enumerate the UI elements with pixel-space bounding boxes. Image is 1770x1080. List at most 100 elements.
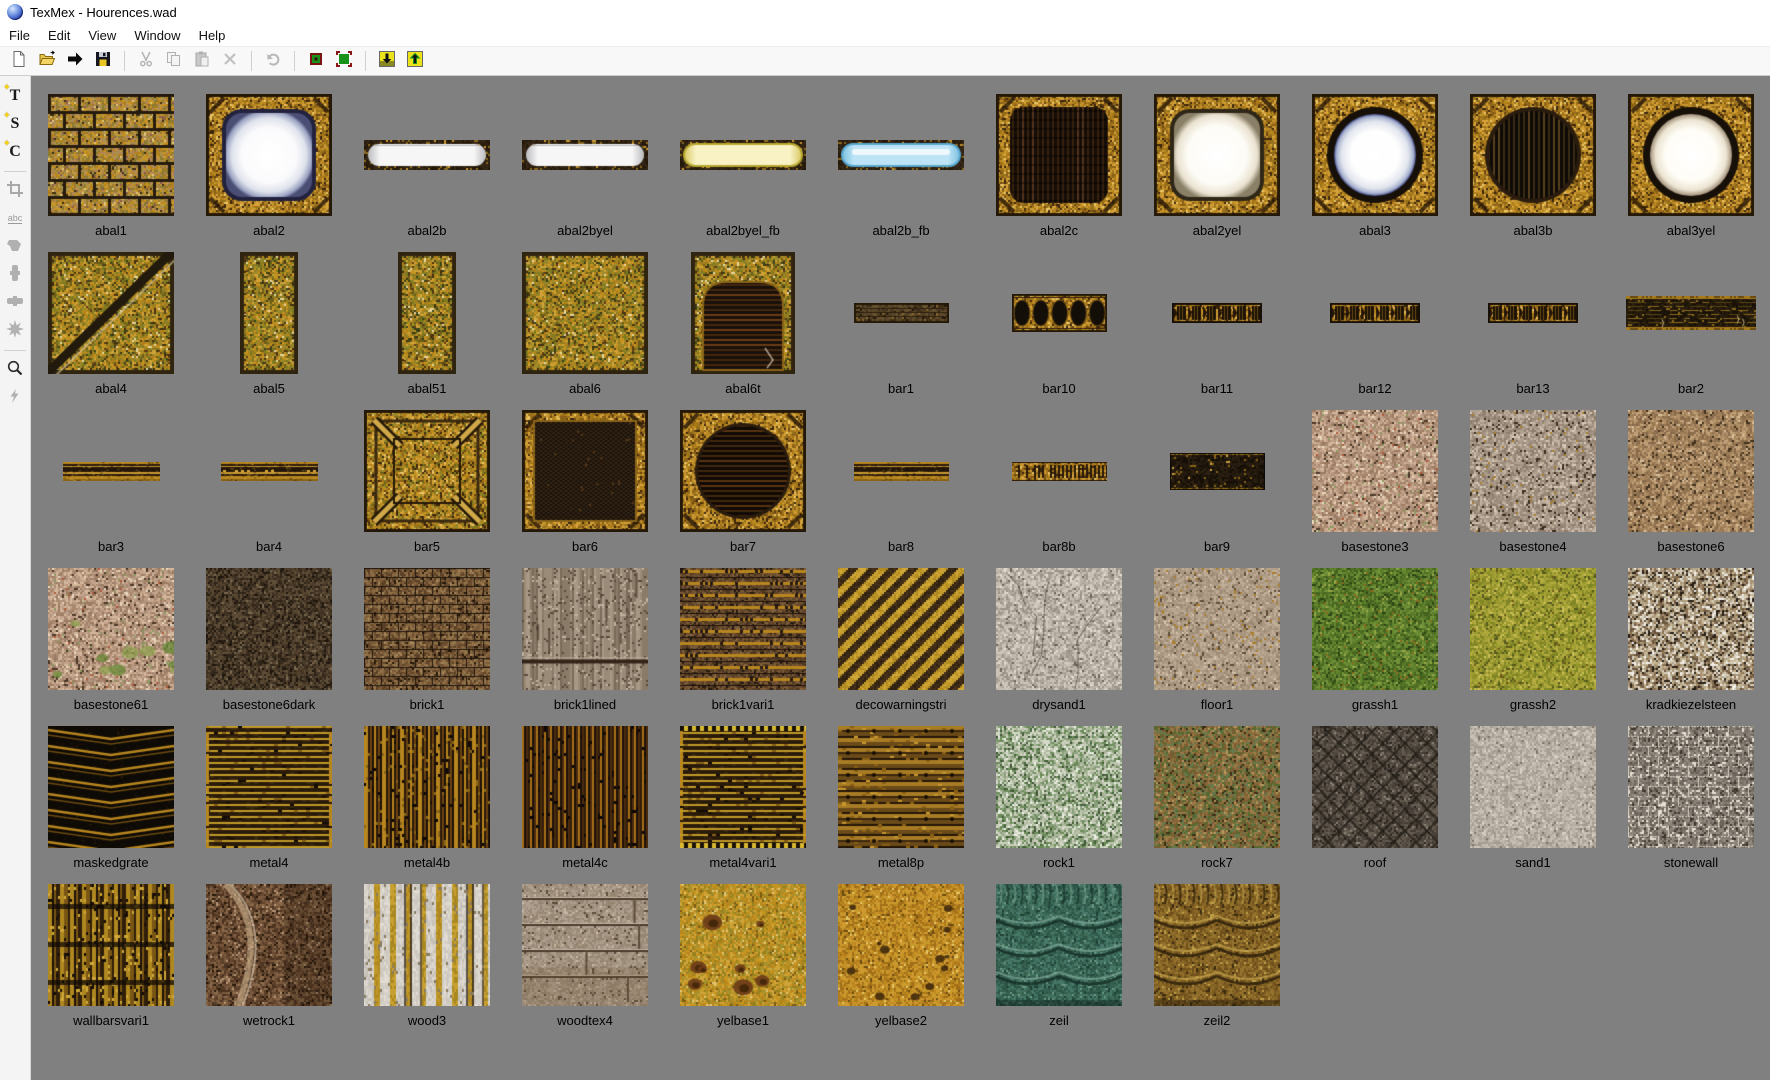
texture-thumb-brick1[interactable] [364, 568, 490, 690]
texture-thumb-wallbarsvari1[interactable] [48, 884, 174, 1006]
menu-item-window[interactable]: Window [125, 24, 189, 46]
texture-thumb-yelbase2[interactable] [838, 884, 964, 1006]
texture-thumb-brick1lined[interactable] [522, 568, 648, 690]
texture-thumb-metal4c[interactable] [522, 726, 648, 848]
texture-thumb-zeil[interactable] [996, 884, 1122, 1006]
texture-cell: bar4 [190, 408, 348, 566]
texture-thumb-woodtex4[interactable] [522, 884, 648, 1006]
texture-thumb-metal4vari1[interactable] [680, 726, 806, 848]
import-texture-button[interactable] [402, 49, 428, 73]
texture-thumb-bar11[interactable] [1172, 303, 1262, 323]
texture-thumb-wetrock1[interactable] [206, 884, 332, 1006]
texture-thumb-roof[interactable] [1312, 726, 1438, 848]
delete-button [217, 49, 243, 73]
texture-thumb-kradkiezelsteen[interactable] [1628, 568, 1754, 690]
texture-thumb-yelbase1[interactable] [680, 884, 806, 1006]
texture-thumb-bar4[interactable] [221, 462, 318, 481]
texture-thumb-bar6[interactable] [522, 410, 648, 532]
texture-thumb-zeil2[interactable] [1154, 884, 1280, 1006]
save-button[interactable] [90, 49, 116, 73]
texture-cell: basestone6 [1612, 408, 1770, 566]
texture-row: maskedgratemetal4metal4bmetal4cmetal4var… [32, 724, 1770, 882]
tool-effects[interactable] [3, 319, 27, 343]
texture-thumb-abal6t[interactable] [691, 252, 795, 374]
texture-thumb-bar10[interactable] [1012, 294, 1107, 332]
texture-thumb-grassh1[interactable] [1312, 568, 1438, 690]
texture-thumb-bar2[interactable] [1626, 296, 1756, 330]
texture-thumb-grassh2[interactable] [1470, 568, 1596, 690]
tool-actions[interactable] [3, 386, 27, 410]
texture-thumb-maskedgrate[interactable] [48, 726, 174, 848]
texture-thumb-rock7[interactable] [1154, 726, 1280, 848]
texture-thumb-zone [1172, 250, 1262, 376]
texture-thumb-abal2byel[interactable] [522, 140, 648, 170]
texture-thumb-abal51[interactable] [398, 252, 456, 374]
texture-thumb-zone [1312, 92, 1438, 218]
texture-thumb-floor1[interactable] [1154, 568, 1280, 690]
texture-thumb-basestone6[interactable] [1628, 410, 1754, 532]
texture-thumb-bar1[interactable] [854, 303, 949, 323]
menu-item-view[interactable]: View [79, 24, 125, 46]
texture-thumb-zone [1628, 92, 1754, 218]
texture-thumb-bar8[interactable] [854, 462, 949, 481]
tool-new-script[interactable]: ✦S [3, 112, 27, 136]
view-tile-selected-button[interactable] [331, 49, 357, 73]
texture-thumb-abal2b_fb[interactable] [838, 140, 964, 170]
tool-pad-horizontal[interactable] [3, 291, 27, 315]
texture-thumb-abal2byel_fb[interactable] [680, 140, 806, 170]
tool-crop[interactable] [3, 179, 27, 203]
texture-thumb-bar7[interactable] [680, 410, 806, 532]
tool-pad-vertical[interactable] [3, 263, 27, 287]
texture-thumb-bar8b[interactable] [1012, 462, 1107, 481]
open-button[interactable] [34, 49, 60, 73]
magnifier-icon [5, 358, 25, 383]
import-button[interactable] [62, 49, 88, 73]
texture-thumb-rock1[interactable] [996, 726, 1122, 848]
texture-thumb-zone [1012, 250, 1107, 376]
texture-thumb-basestone3[interactable] [1312, 410, 1438, 532]
texture-thumb-brick1vari1[interactable] [680, 568, 806, 690]
texture-thumb-abal1[interactable] [48, 94, 174, 216]
tool-mask[interactable] [3, 235, 27, 259]
texture-label: grassh1 [1352, 692, 1398, 712]
texture-thumb-abal3b[interactable] [1470, 94, 1596, 216]
menu-item-file[interactable]: File [0, 24, 39, 46]
texture-thumb-wood3[interactable] [364, 884, 490, 1006]
texture-thumb-abal4[interactable] [48, 252, 174, 374]
texture-thumb-drysand1[interactable] [996, 568, 1122, 690]
texture-thumb-basestone4[interactable] [1470, 410, 1596, 532]
texture-label: stonewall [1664, 850, 1718, 870]
texture-thumb-bar12[interactable] [1330, 303, 1420, 323]
texture-thumb-bar5[interactable] [364, 410, 490, 532]
texture-thumb-bar3[interactable] [63, 462, 160, 481]
export-texture-button[interactable] [374, 49, 400, 73]
texture-thumb-basestone61[interactable] [48, 568, 174, 690]
texture-thumb-abal2yel[interactable] [1154, 94, 1280, 216]
texture-thumb-zone [838, 92, 964, 218]
texture-thumb-basestone6dark[interactable] [206, 568, 332, 690]
tool-new-texture[interactable]: ✦T [3, 84, 27, 108]
texture-thumb-metal4b[interactable] [364, 726, 490, 848]
texture-thumb-abal6[interactable] [522, 252, 648, 374]
texture-thumb-stonewall[interactable] [1628, 726, 1754, 848]
texture-thumb-abal5[interactable] [240, 252, 298, 374]
menu-item-edit[interactable]: Edit [39, 24, 79, 46]
texture-thumb-abal2c[interactable] [996, 94, 1122, 216]
texture-thumb-abal3yel[interactable] [1628, 94, 1754, 216]
texture-thumb-sand1[interactable] [1470, 726, 1596, 848]
tool-rename[interactable]: abc [3, 207, 27, 231]
new-button[interactable] [6, 49, 32, 73]
texture-thumb-abal3[interactable] [1312, 94, 1438, 216]
texture-thumb-zone [48, 92, 174, 218]
tool-zoom[interactable] [3, 358, 27, 382]
texture-thumb-decowarningstri[interactable] [838, 568, 964, 690]
view-tile-small-button[interactable] [303, 49, 329, 73]
menu-item-help[interactable]: Help [190, 24, 235, 46]
texture-thumb-bar9[interactable] [1170, 453, 1265, 490]
texture-thumb-abal2b[interactable] [364, 140, 490, 170]
tool-new-cubemap[interactable]: ✦C [3, 140, 27, 164]
texture-thumb-metal4[interactable] [206, 726, 332, 848]
texture-thumb-abal2[interactable] [206, 94, 332, 216]
texture-thumb-bar13[interactable] [1488, 303, 1578, 323]
texture-thumb-metal8p[interactable] [838, 726, 964, 848]
